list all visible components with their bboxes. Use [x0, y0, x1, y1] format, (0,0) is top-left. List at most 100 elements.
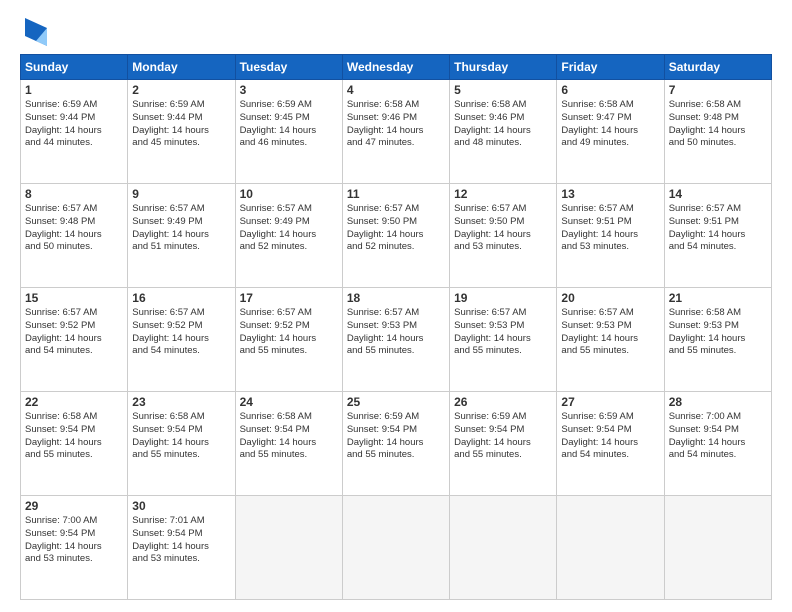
- calendar-cell: 17 Sunrise: 6:57 AM Sunset: 9:52 PM Dayli…: [235, 288, 342, 392]
- header: [20, 16, 772, 46]
- day-info: Sunrise: 6:57 AM Sunset: 9:49 PM Dayligh…: [240, 203, 338, 254]
- calendar-cell: [664, 496, 771, 600]
- calendar-cell: 3 Sunrise: 6:59 AM Sunset: 9:45 PM Daylig…: [235, 80, 342, 184]
- calendar-cell: 30Sunrise: 7:01 AM Sunset: 9:54 PM Dayli…: [128, 496, 235, 600]
- day-info: Sunrise: 6:58 AM Sunset: 9:46 PM Dayligh…: [347, 99, 445, 150]
- calendar-cell: 27Sunrise: 6:59 AM Sunset: 9:54 PM Dayli…: [557, 392, 664, 496]
- day-info: Sunrise: 6:58 AM Sunset: 9:46 PM Dayligh…: [454, 99, 552, 150]
- day-number: 10: [240, 187, 338, 201]
- calendar-cell: 14 Sunrise: 6:57 AM Sunset: 9:51 PM Dayli…: [664, 184, 771, 288]
- day-info: Sunrise: 6:57 AM Sunset: 9:50 PM Dayligh…: [454, 203, 552, 254]
- day-info: Sunrise: 6:59 AM Sunset: 9:44 PM Dayligh…: [25, 99, 123, 150]
- day-info: Sunrise: 6:59 AM Sunset: 9:54 PM Dayligh…: [454, 411, 552, 462]
- calendar-cell: 25Sunrise: 6:59 AM Sunset: 9:54 PM Dayli…: [342, 392, 449, 496]
- day-info: Sunrise: 6:57 AM Sunset: 9:53 PM Dayligh…: [561, 307, 659, 358]
- day-info: Sunrise: 6:57 AM Sunset: 9:52 PM Dayligh…: [132, 307, 230, 358]
- weekday-header: Friday: [557, 55, 664, 80]
- day-number: 14: [669, 187, 767, 201]
- day-number: 19: [454, 291, 552, 305]
- day-info: Sunrise: 6:57 AM Sunset: 9:51 PM Dayligh…: [561, 203, 659, 254]
- day-info: Sunrise: 6:57 AM Sunset: 9:48 PM Dayligh…: [25, 203, 123, 254]
- calendar-cell: 12 Sunrise: 6:57 AM Sunset: 9:50 PM Dayli…: [450, 184, 557, 288]
- day-number: 9: [132, 187, 230, 201]
- calendar-cell: [235, 496, 342, 600]
- day-info: Sunrise: 6:57 AM Sunset: 9:53 PM Dayligh…: [454, 307, 552, 358]
- calendar-row: 8 Sunrise: 6:57 AM Sunset: 9:48 PM Daylig…: [21, 184, 772, 288]
- day-number: 13: [561, 187, 659, 201]
- day-info: Sunrise: 6:59 AM Sunset: 9:45 PM Dayligh…: [240, 99, 338, 150]
- day-number: 7: [669, 83, 767, 97]
- calendar-cell: 19 Sunrise: 6:57 AM Sunset: 9:53 PM Dayli…: [450, 288, 557, 392]
- day-info: Sunrise: 6:58 AM Sunset: 9:54 PM Dayligh…: [240, 411, 338, 462]
- day-number: 2: [132, 83, 230, 97]
- day-number: 8: [25, 187, 123, 201]
- day-number: 18: [347, 291, 445, 305]
- calendar-cell: 18 Sunrise: 6:57 AM Sunset: 9:53 PM Dayli…: [342, 288, 449, 392]
- day-number: 26: [454, 395, 552, 409]
- day-number: 3: [240, 83, 338, 97]
- day-info: Sunrise: 6:59 AM Sunset: 9:54 PM Dayligh…: [347, 411, 445, 462]
- day-info: Sunrise: 6:58 AM Sunset: 9:48 PM Dayligh…: [669, 99, 767, 150]
- day-number: 16: [132, 291, 230, 305]
- weekday-header: Tuesday: [235, 55, 342, 80]
- day-info: Sunrise: 6:57 AM Sunset: 9:50 PM Dayligh…: [347, 203, 445, 254]
- calendar-cell: [450, 496, 557, 600]
- day-number: 17: [240, 291, 338, 305]
- day-info: Sunrise: 7:00 AM Sunset: 9:54 PM Dayligh…: [25, 515, 123, 566]
- calendar-cell: 20 Sunrise: 6:57 AM Sunset: 9:53 PM Dayli…: [557, 288, 664, 392]
- calendar-cell: 22 Sunrise: 6:58 AM Sunset: 9:54 PM Dayli…: [21, 392, 128, 496]
- logo: [20, 16, 47, 46]
- calendar-cell: 7 Sunrise: 6:58 AM Sunset: 9:48 PM Daylig…: [664, 80, 771, 184]
- calendar-table: SundayMondayTuesdayWednesdayThursdayFrid…: [20, 54, 772, 600]
- day-info: Sunrise: 6:57 AM Sunset: 9:52 PM Dayligh…: [25, 307, 123, 358]
- day-number: 4: [347, 83, 445, 97]
- calendar-row: 15 Sunrise: 6:57 AM Sunset: 9:52 PM Dayli…: [21, 288, 772, 392]
- day-number: 22: [25, 395, 123, 409]
- day-number: 21: [669, 291, 767, 305]
- weekday-header: Thursday: [450, 55, 557, 80]
- day-number: 28: [669, 395, 767, 409]
- calendar-cell: 23 Sunrise: 6:58 AM Sunset: 9:54 PM Dayli…: [128, 392, 235, 496]
- day-info: Sunrise: 7:00 AM Sunset: 9:54 PM Dayligh…: [669, 411, 767, 462]
- calendar-cell: 26 Sunrise: 6:59 AM Sunset: 9:54 PM Dayli…: [450, 392, 557, 496]
- day-number: 23: [132, 395, 230, 409]
- weekday-header: Saturday: [664, 55, 771, 80]
- calendar-cell: 15 Sunrise: 6:57 AM Sunset: 9:52 PM Dayli…: [21, 288, 128, 392]
- day-number: 5: [454, 83, 552, 97]
- calendar-cell: 28 Sunrise: 7:00 AM Sunset: 9:54 PM Dayli…: [664, 392, 771, 496]
- calendar-cell: 9 Sunrise: 6:57 AM Sunset: 9:49 PM Daylig…: [128, 184, 235, 288]
- weekday-header: Wednesday: [342, 55, 449, 80]
- calendar-cell: 11 Sunrise: 6:57 AM Sunset: 9:50 PM Dayli…: [342, 184, 449, 288]
- day-info: Sunrise: 7:01 AM Sunset: 9:54 PM Dayligh…: [132, 515, 230, 566]
- calendar-cell: [557, 496, 664, 600]
- calendar-cell: 1 Sunrise: 6:59 AM Sunset: 9:44 PM Daylig…: [21, 80, 128, 184]
- day-info: Sunrise: 6:57 AM Sunset: 9:52 PM Dayligh…: [240, 307, 338, 358]
- day-info: Sunrise: 6:58 AM Sunset: 9:54 PM Dayligh…: [25, 411, 123, 462]
- calendar-cell: 29 Sunrise: 7:00 AM Sunset: 9:54 PM Dayli…: [21, 496, 128, 600]
- day-info: Sunrise: 6:58 AM Sunset: 9:47 PM Dayligh…: [561, 99, 659, 150]
- weekday-header: Sunday: [21, 55, 128, 80]
- day-number: 12: [454, 187, 552, 201]
- calendar-cell: 10 Sunrise: 6:57 AM Sunset: 9:49 PM Dayli…: [235, 184, 342, 288]
- calendar-row: 29 Sunrise: 7:00 AM Sunset: 9:54 PM Dayli…: [21, 496, 772, 600]
- page: SundayMondayTuesdayWednesdayThursdayFrid…: [0, 0, 792, 612]
- day-info: Sunrise: 6:57 AM Sunset: 9:51 PM Dayligh…: [669, 203, 767, 254]
- day-info: Sunrise: 6:57 AM Sunset: 9:49 PM Dayligh…: [132, 203, 230, 254]
- calendar-cell: 2 Sunrise: 6:59 AM Sunset: 9:44 PM Daylig…: [128, 80, 235, 184]
- calendar-row: 1 Sunrise: 6:59 AM Sunset: 9:44 PM Daylig…: [21, 80, 772, 184]
- day-number: 20: [561, 291, 659, 305]
- calendar-cell: [342, 496, 449, 600]
- day-number: 1: [25, 83, 123, 97]
- day-info: Sunrise: 6:59 AM Sunset: 9:44 PM Dayligh…: [132, 99, 230, 150]
- logo-icon: [25, 18, 47, 46]
- calendar-cell: 6Sunrise: 6:58 AM Sunset: 9:47 PM Daylig…: [557, 80, 664, 184]
- calendar-cell: 4 Sunrise: 6:58 AM Sunset: 9:46 PM Daylig…: [342, 80, 449, 184]
- day-info: Sunrise: 6:58 AM Sunset: 9:54 PM Dayligh…: [132, 411, 230, 462]
- day-number: 15: [25, 291, 123, 305]
- day-number: 11: [347, 187, 445, 201]
- calendar-row: 22 Sunrise: 6:58 AM Sunset: 9:54 PM Dayli…: [21, 392, 772, 496]
- day-info: Sunrise: 6:57 AM Sunset: 9:53 PM Dayligh…: [347, 307, 445, 358]
- day-number: 29: [25, 499, 123, 513]
- calendar-cell: 16 Sunrise: 6:57 AM Sunset: 9:52 PM Dayli…: [128, 288, 235, 392]
- calendar-cell: 8 Sunrise: 6:57 AM Sunset: 9:48 PM Daylig…: [21, 184, 128, 288]
